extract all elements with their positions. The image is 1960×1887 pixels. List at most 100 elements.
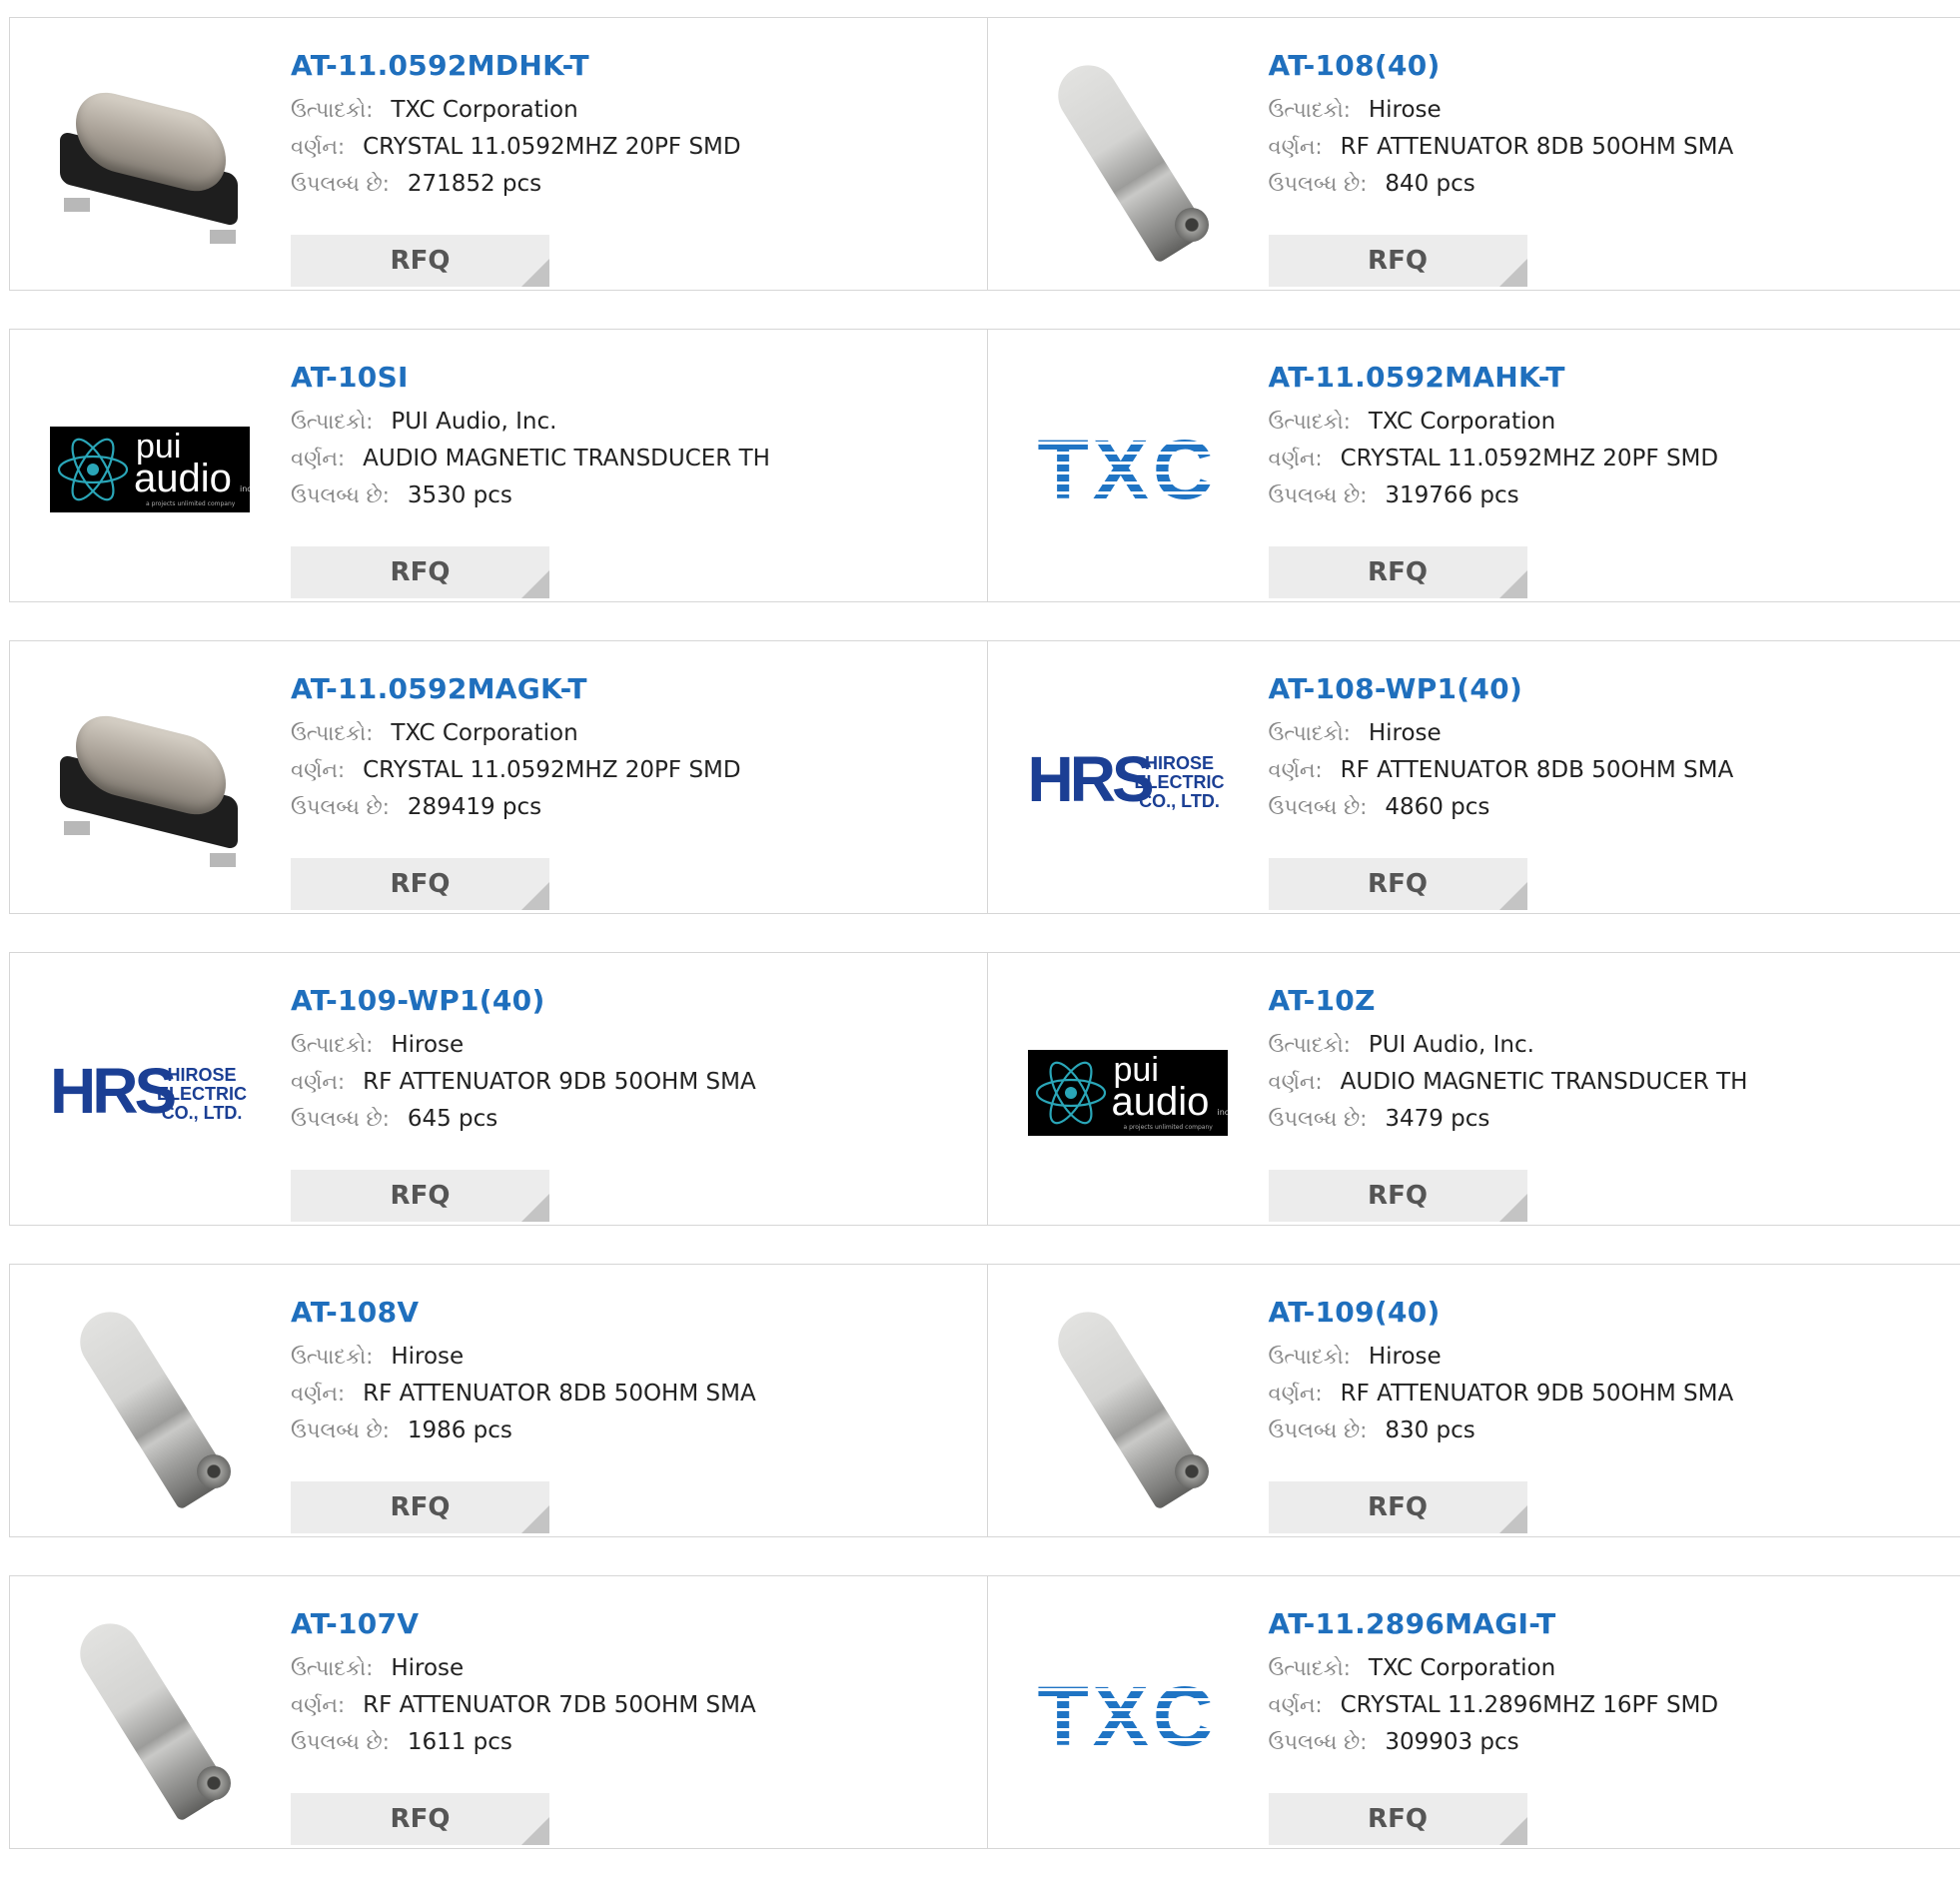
product-card: AT-11.0592MAGK-T ઉત્પાદકો:TXC Corporation…	[10, 641, 987, 913]
product-thumbnail[interactable]	[50, 681, 250, 881]
product-row: puiaudioinca projects unlimited company A…	[9, 329, 1960, 602]
product-grid: AT-11.0592MDHK-Tઉત્પાદકો:TXC Corporation…	[9, 17, 1960, 1887]
rfq-button[interactable]: RFQ	[1269, 546, 1527, 598]
manufacturer-line: ઉત્પાદકો:Hirose	[291, 1027, 977, 1064]
product-card: AT-108Vઉત્પાદકો:Hiroseવર્ણન:RF ATTENUATO…	[10, 1265, 987, 1536]
description-line: વર્ણન:CRYSTAL 11.2896MHZ 16PF SMD	[1269, 1687, 1951, 1724]
product-thumbnail[interactable]	[1028, 58, 1228, 258]
product-thumbnail[interactable]: HRSHIROSEELECTRICCO., LTD.	[1028, 681, 1228, 881]
product-thumbnail[interactable]: TXC	[1028, 1616, 1228, 1816]
txc-logo: TXC	[1028, 1681, 1228, 1751]
part-number-link[interactable]: AT-11.0592MAGK-T	[291, 671, 977, 707]
rfq-button[interactable]: RFQ	[291, 1793, 549, 1845]
manufacturer-line: ઉત્પાદકો:Hirose	[291, 1339, 977, 1376]
product-row: AT-11.0592MAGK-T ઉત્પાદકો:TXC Corporation…	[9, 640, 1960, 914]
product-thumbnail[interactable]: puiaudioinca projects unlimited company	[50, 370, 250, 569]
availability-value: 289419 pcs	[408, 794, 541, 820]
part-number-link[interactable]: AT-11.0592MDHK-T	[291, 48, 977, 84]
part-number-link[interactable]: AT-109-WP1(40)	[291, 983, 977, 1019]
rfq-button[interactable]: RFQ	[1269, 1793, 1527, 1845]
attenuator-product-image	[50, 1305, 250, 1504]
manufacturer-line: ઉત્પાદકો:TXC Corporation	[1269, 1650, 1951, 1687]
txc-logo: TXC	[1028, 435, 1228, 504]
manufacturer-value: TXC Corporation	[1369, 409, 1555, 435]
manufacturer-value: TXC Corporation	[1369, 1655, 1555, 1681]
corner-triangle-icon	[1499, 1194, 1527, 1222]
rfq-label: RFQ	[1368, 246, 1428, 276]
rfq-label: RFQ	[391, 1492, 451, 1522]
description-value: AUDIO MAGNETIC TRANSDUCER TH	[363, 446, 770, 472]
availability-value: 3479 pcs	[1385, 1106, 1489, 1132]
product-thumbnail[interactable]: puiaudioinca projects unlimited company	[1028, 993, 1228, 1193]
product-info: AT-10SIઉત્પાદકો:PUI Audio, Inc.વર્ણન:AUD…	[291, 360, 977, 514]
product-thumbnail[interactable]: HRSHIROSEELECTRICCO., LTD.	[50, 993, 250, 1193]
hirose-logo: HRSHIROSEELECTRICCO., LTD.	[1028, 746, 1228, 816]
part-number-link[interactable]: AT-108-WP1(40)	[1269, 671, 1951, 707]
availability-value: 3530 pcs	[408, 482, 512, 508]
availability-line: ઉપલબ્ધ છે:319766 pcs	[1269, 477, 1951, 514]
product-info: AT-11.2896MAGI-T ઉત્પાદકો:TXC Corporation…	[1269, 1606, 1951, 1761]
description-value: CRYSTAL 11.0592MHZ 20PF SMD	[1341, 446, 1719, 472]
description-label: વર્ણન:	[291, 1693, 345, 1717]
part-number-link[interactable]: AT-11.2896MAGI-T	[1269, 1606, 1951, 1642]
rfq-button[interactable]: RFQ	[1269, 235, 1527, 287]
manufacturer-line: ઉત્પાદકો: Hirose	[1269, 92, 1951, 129]
product-info: AT-11.0592MAGK-T ઉત્પાદકો:TXC Corporation…	[291, 671, 977, 826]
rfq-button[interactable]: RFQ	[291, 546, 549, 598]
availability-value: 319766 pcs	[1385, 482, 1518, 508]
manufacturer-value: Hirose	[1369, 97, 1442, 123]
availability-value: 271852 pcs	[408, 171, 541, 197]
rfq-button[interactable]: RFQ	[291, 1481, 549, 1533]
rfq-button[interactable]: RFQ	[1269, 1481, 1527, 1533]
product-card: TXCAT-11.0592MAHK-Tઉત્પાદકો:TXC Corporat…	[987, 330, 1960, 601]
crystal-product-image	[50, 58, 250, 258]
rfq-button[interactable]: RFQ	[291, 858, 549, 910]
description-line: વર્ણન:CRYSTAL 11.0592MHZ 20PF SMD	[291, 752, 977, 789]
product-card: AT-11.0592MDHK-Tઉત્પાદકો:TXC Corporation…	[10, 18, 987, 290]
manufacturer-label: ઉત્પાદકો:	[291, 98, 373, 122]
manufacturer-value: PUI Audio, Inc.	[391, 409, 556, 435]
availability-label: ઉપલબ્ધ છે:	[1269, 1730, 1368, 1754]
corner-triangle-icon	[521, 882, 549, 910]
attenuator-product-image	[50, 1616, 250, 1816]
rfq-button[interactable]: RFQ	[1269, 858, 1527, 910]
attenuator-product-image	[1028, 58, 1228, 258]
product-row: HRSHIROSEELECTRICCO., LTD. AT-109-WP1(40)…	[9, 952, 1960, 1226]
rfq-label: RFQ	[1368, 1181, 1428, 1211]
product-info: AT-10Zઉત્પાદકો:PUI Audio, Inc.વર્ણન:AUDI…	[1269, 983, 1951, 1138]
manufacturer-line: ઉત્પાદકો:PUI Audio, Inc.	[1269, 1027, 1951, 1064]
part-number-link[interactable]: AT-10SI	[291, 360, 977, 396]
rfq-button[interactable]: RFQ	[291, 1170, 549, 1222]
corner-triangle-icon	[521, 1194, 549, 1222]
rfq-button[interactable]: RFQ	[291, 235, 549, 287]
description-value: CRYSTAL 11.2896MHZ 16PF SMD	[1341, 1692, 1719, 1718]
product-card: AT-107Vઉત્પાદકો:Hiroseવર્ણન:RF ATTENUATO…	[10, 1576, 987, 1848]
manufacturer-line: ઉત્પાદકો:TXC Corporation	[291, 715, 977, 752]
product-card: puiaudioinca projects unlimited company A…	[987, 953, 1960, 1225]
description-label: વર્ણન:	[1269, 1382, 1323, 1406]
availability-value: 4860 pcs	[1385, 794, 1489, 820]
product-thumbnail[interactable]	[50, 1616, 250, 1816]
description-label: વર્ણન:	[291, 1382, 345, 1406]
product-card: HRSHIROSEELECTRICCO., LTD. AT-108-WP1(40)…	[987, 641, 1960, 913]
description-value: RF ATTENUATOR 8DB 50OHM SMA	[1341, 757, 1734, 783]
part-number-link[interactable]: AT-108V	[291, 1295, 977, 1331]
product-thumbnail[interactable]	[50, 58, 250, 258]
part-number-link[interactable]: AT-11.0592MAHK-T	[1269, 360, 1951, 396]
product-thumbnail[interactable]: TXC	[1028, 370, 1228, 569]
availability-value: 1986 pcs	[408, 1417, 512, 1443]
part-number-link[interactable]: AT-10Z	[1269, 983, 1951, 1019]
rfq-label: RFQ	[1368, 1492, 1428, 1522]
rfq-button[interactable]: RFQ	[1269, 1170, 1527, 1222]
description-label: વર્ણન:	[291, 135, 345, 159]
part-number-link[interactable]: AT-109(40)	[1269, 1295, 1951, 1331]
part-number-link[interactable]: AT-107V	[291, 1606, 977, 1642]
pui-audio-logo: puiaudioinca projects unlimited company	[50, 427, 250, 512]
manufacturer-label: ઉત્પાદકો:	[1269, 98, 1351, 122]
hirose-logo: HRSHIROSEELECTRICCO., LTD.	[50, 1058, 250, 1128]
availability-label: ઉપલબ્ધ છે:	[291, 1418, 390, 1442]
part-number-link[interactable]: AT-108(40)	[1269, 48, 1951, 84]
availability-value: 645 pcs	[408, 1106, 497, 1132]
product-thumbnail[interactable]	[1028, 1305, 1228, 1504]
product-thumbnail[interactable]	[50, 1305, 250, 1504]
